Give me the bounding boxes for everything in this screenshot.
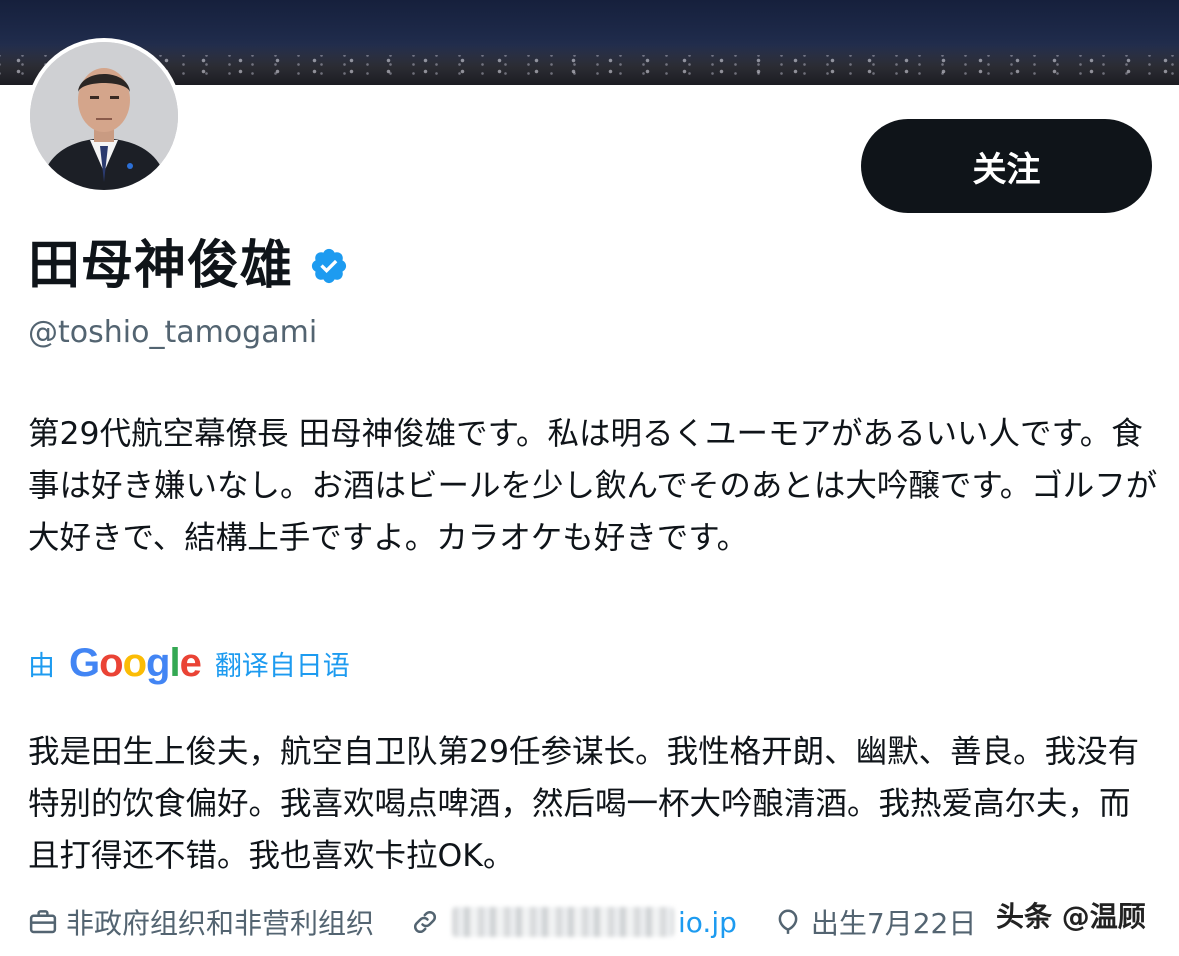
profile-name-row: 田母神俊雄 <box>28 236 349 296</box>
website-redacted <box>452 907 675 937</box>
briefcase-icon <box>29 910 57 934</box>
birthday-item: 出生7月22日 <box>773 902 976 942</box>
birthday-text: 出生7月22日 <box>810 907 977 940</box>
translation-prefix: 由 <box>28 650 55 682</box>
link-icon <box>413 910 437 934</box>
profile-handle: @toshio_tamogami <box>28 315 318 350</box>
website-text: io.jp <box>678 905 737 939</box>
watermark: 头条 @温顾 <box>996 900 1146 933</box>
balloon-icon <box>778 909 798 934</box>
translation-suffix: 翻译自日语 <box>214 650 350 682</box>
category-text: 非政府组织和非营利组织 <box>66 907 375 940</box>
avatar[interactable] <box>30 42 178 190</box>
avatar-portrait <box>30 42 178 190</box>
profile-banner[interactable] <box>0 0 1179 85</box>
profile-name: 田母神俊雄 <box>28 236 294 296</box>
profile-bio-original: 第29代航空幕僚長 田母神俊雄です。私は明るくユーモアがあるいい人です。食事は好… <box>28 416 1158 556</box>
google-logo: Google <box>69 641 202 685</box>
banner-city-lights <box>0 55 1179 77</box>
translation-attribution[interactable]: 由 Google 翻译自日语 <box>28 641 350 685</box>
verified-badge-icon[interactable] <box>309 246 349 286</box>
follow-button[interactable]: 关注 <box>861 119 1152 213</box>
category-item: 非政府组织和非营利组织 <box>28 902 374 942</box>
website-link[interactable]: io.jp <box>410 906 737 939</box>
profile-bio-translated: 我是田生上俊夫，航空自卫队第29任参谋长。我性格开朗、幽默、善良。我没有特别的饮… <box>28 734 1140 874</box>
